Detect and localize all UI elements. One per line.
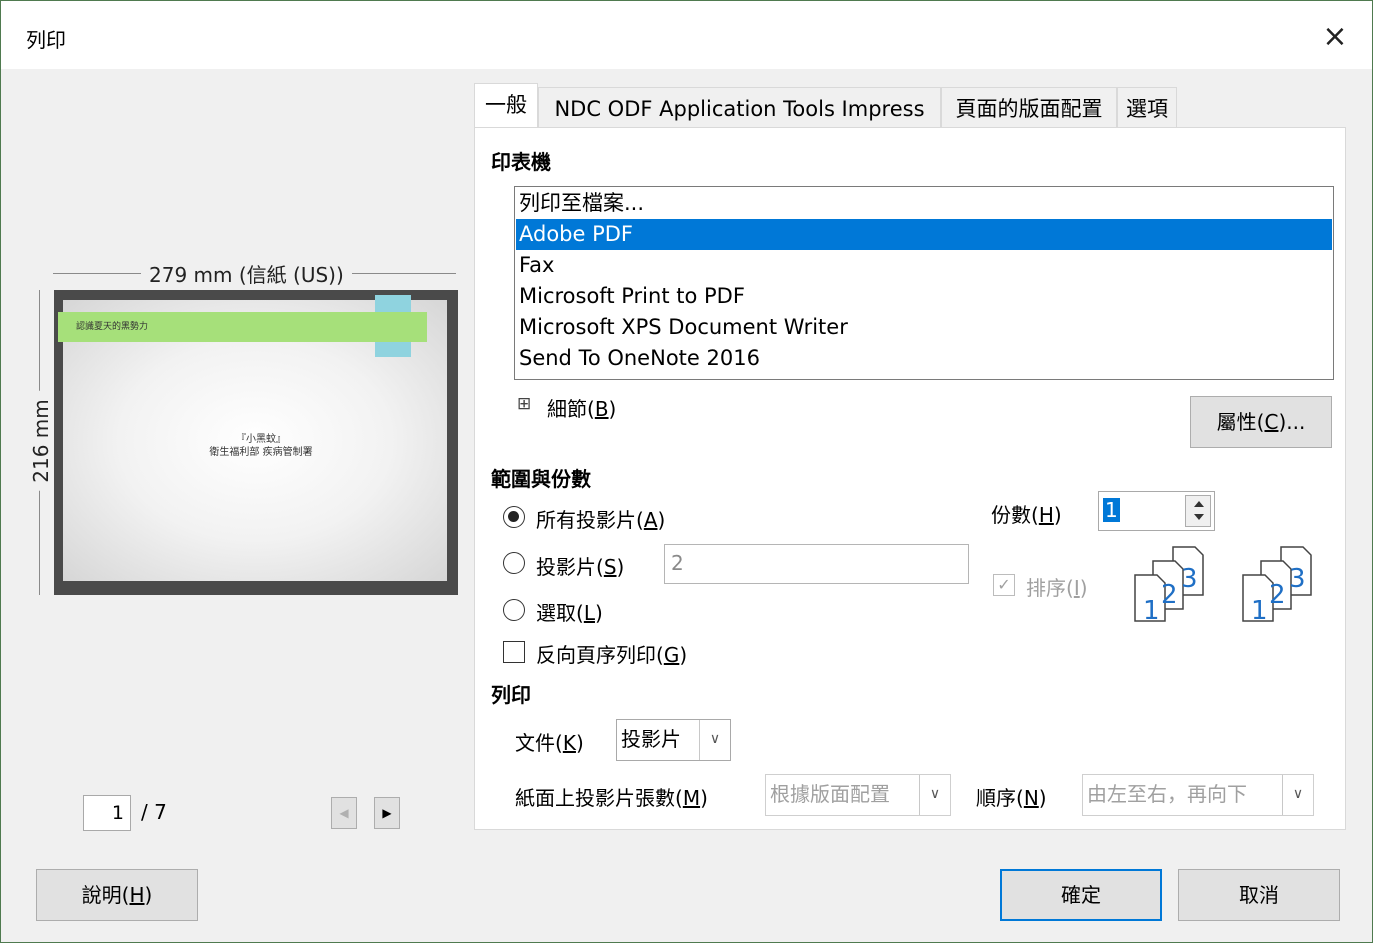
properties-suffix: )...	[1278, 410, 1306, 434]
reverse-order-label[interactable]: 反向頁序列印(G)	[536, 639, 687, 668]
collate-pages-icon: 3 2 1	[1134, 546, 1204, 623]
copies-spinbox[interactable]: 1	[1098, 491, 1215, 531]
dialog-title: 列印	[26, 28, 66, 52]
printer-item-adobe-pdf[interactable]: Adobe PDF	[516, 219, 1332, 250]
details-expander[interactable]: 細節(B)	[547, 393, 616, 422]
all-slides-radio[interactable]	[503, 506, 525, 528]
all-slides-accesskey: A	[643, 508, 658, 532]
document-accesskey: K	[562, 731, 576, 755]
slides-label[interactable]: 投影片(S)	[536, 551, 624, 580]
width-dimension-label: 279 mm (信紙 (US))	[141, 259, 352, 288]
page-total: / 7	[141, 800, 167, 824]
collate-checkbox[interactable]: ✓	[993, 574, 1015, 596]
collate-text: 排序(	[1026, 576, 1074, 600]
properties-label: 屬性(	[1216, 410, 1265, 434]
collate-icon-2-digit-2: 2	[1269, 580, 1286, 610]
slides-per-page-label: 紙面上投影片張數(M)	[515, 786, 708, 810]
reverse-order-text: 反向頁序列印(	[536, 643, 664, 667]
previous-page-button[interactable]: ◀	[331, 797, 357, 829]
document-select[interactable]: 投影片 ∨	[616, 719, 731, 761]
print-section-label: 列印	[491, 683, 531, 707]
slides-radio[interactable]	[503, 552, 525, 574]
all-slides-label[interactable]: 所有投影片(A)	[536, 504, 665, 533]
tab-general[interactable]: 一般	[474, 83, 538, 128]
printer-item-onenote[interactable]: Send To OneNote 2016	[516, 343, 1332, 374]
order-text: 順序(	[976, 786, 1024, 810]
help-accesskey: H	[129, 883, 145, 907]
selection-accesskey: L	[583, 601, 595, 625]
details-label: 細節(	[547, 397, 595, 421]
order-label: 順序(N)	[976, 786, 1047, 810]
collate-icon-digit-1: 1	[1143, 596, 1160, 623]
selection-label[interactable]: 選取(L)	[536, 597, 603, 626]
collate-icon-digit-2: 2	[1161, 580, 1178, 610]
help-label: 說明(	[81, 883, 130, 907]
printer-item-xps[interactable]: Microsoft XPS Document Writer	[516, 312, 1332, 343]
collate-accesskey: I	[1073, 576, 1080, 600]
chevron-down-icon[interactable]: ∨	[1282, 775, 1313, 815]
slides-per-page-select[interactable]: 根據版面配置 ∨	[765, 774, 951, 816]
copies-text: 份數(	[991, 503, 1039, 527]
slides-text: 投影片(	[536, 555, 604, 579]
chevron-down-icon[interactable]: ∨	[919, 775, 950, 815]
collate-icon-2-digit-1: 1	[1251, 596, 1268, 623]
tab-ndc-odf-impress[interactable]: NDC ODF Application Tools Impress	[538, 87, 941, 127]
order-value: 由左至右，再向下	[1087, 782, 1247, 806]
slides-accesskey: S	[603, 555, 617, 579]
expand-details-icon[interactable]: ⊞	[517, 394, 531, 414]
range-section-label: 範圍與份數	[491, 467, 591, 491]
spin-down-icon[interactable]	[1194, 514, 1204, 520]
slides-per-page-text: 紙面上投影片張數(	[515, 786, 683, 810]
collate-pages-icon-2: 3 2 1	[1242, 546, 1312, 623]
printer-section-label: 印表機	[491, 150, 551, 174]
triangle-left-icon: ◀	[339, 806, 349, 820]
copies-label: 份數(H)	[991, 503, 1062, 527]
chevron-down-icon[interactable]: ∨	[699, 720, 730, 760]
document-value: 投影片	[621, 727, 681, 751]
printer-properties-button[interactable]: 屬性(C)...	[1190, 396, 1332, 448]
selection-text: 選取(	[536, 601, 584, 625]
copies-accesskey: H	[1038, 503, 1054, 527]
tab-options[interactable]: 選項	[1117, 87, 1177, 127]
slides-range-input[interactable]: 2	[664, 544, 969, 584]
copies-value: 1	[1103, 498, 1120, 522]
height-dimension-label: 216 mm	[29, 391, 53, 491]
reverse-order-checkbox[interactable]	[503, 641, 525, 663]
slides-per-page-accesskey: M	[682, 786, 701, 810]
cancel-button[interactable]: 取消	[1178, 869, 1340, 921]
close-icon[interactable]: ×	[1311, 15, 1359, 59]
title-bar: 列印 ×	[1, 1, 1372, 69]
next-page-button[interactable]: ▶	[374, 797, 400, 829]
print-dialog: 列印 × 279 mm (信紙 (US)) 216 mm 認識夏天的黑勢力 『小…	[0, 0, 1373, 943]
printer-item-fax[interactable]: Fax	[516, 250, 1332, 281]
slide-title-banner: 認識夏天的黑勢力	[58, 312, 427, 342]
properties-accesskey: C	[1264, 410, 1279, 434]
reverse-order-accesskey: G	[663, 643, 680, 667]
tab-page-layout[interactable]: 頁面的版面配置	[941, 87, 1117, 127]
printer-item-ms-print-pdf[interactable]: Microsoft Print to PDF	[516, 281, 1332, 312]
spin-up-icon[interactable]	[1194, 501, 1204, 507]
collate-icon-2-digit-3: 3	[1289, 564, 1306, 594]
printer-item-file[interactable]: 列印至檔案...	[516, 188, 1332, 219]
page-number-input[interactable]: 1	[83, 795, 131, 831]
help-button[interactable]: 說明(H)	[36, 869, 198, 921]
triangle-right-icon: ▶	[382, 806, 392, 820]
printer-list[interactable]: 列印至檔案... Adobe PDF Fax Microsoft Print t…	[514, 186, 1334, 380]
slide-body-text: 『小黑蚊』 衛生福利部 疾病管制署	[209, 434, 313, 458]
collate-label: 排序(I)	[1026, 576, 1088, 600]
copies-spin-buttons[interactable]	[1185, 495, 1211, 527]
document-text: 文件(	[515, 731, 563, 755]
selection-radio[interactable]	[503, 599, 525, 621]
collate-icon-digit-3: 3	[1181, 564, 1198, 594]
details-accesskey: B	[594, 397, 609, 421]
slides-per-page-value: 根據版面配置	[770, 782, 890, 806]
order-accesskey: N	[1023, 786, 1039, 810]
ok-button[interactable]: 確定	[1000, 869, 1162, 921]
all-slides-text: 所有投影片(	[536, 508, 644, 532]
order-select[interactable]: 由左至右，再向下 ∨	[1082, 774, 1314, 816]
document-label: 文件(K)	[515, 731, 584, 755]
